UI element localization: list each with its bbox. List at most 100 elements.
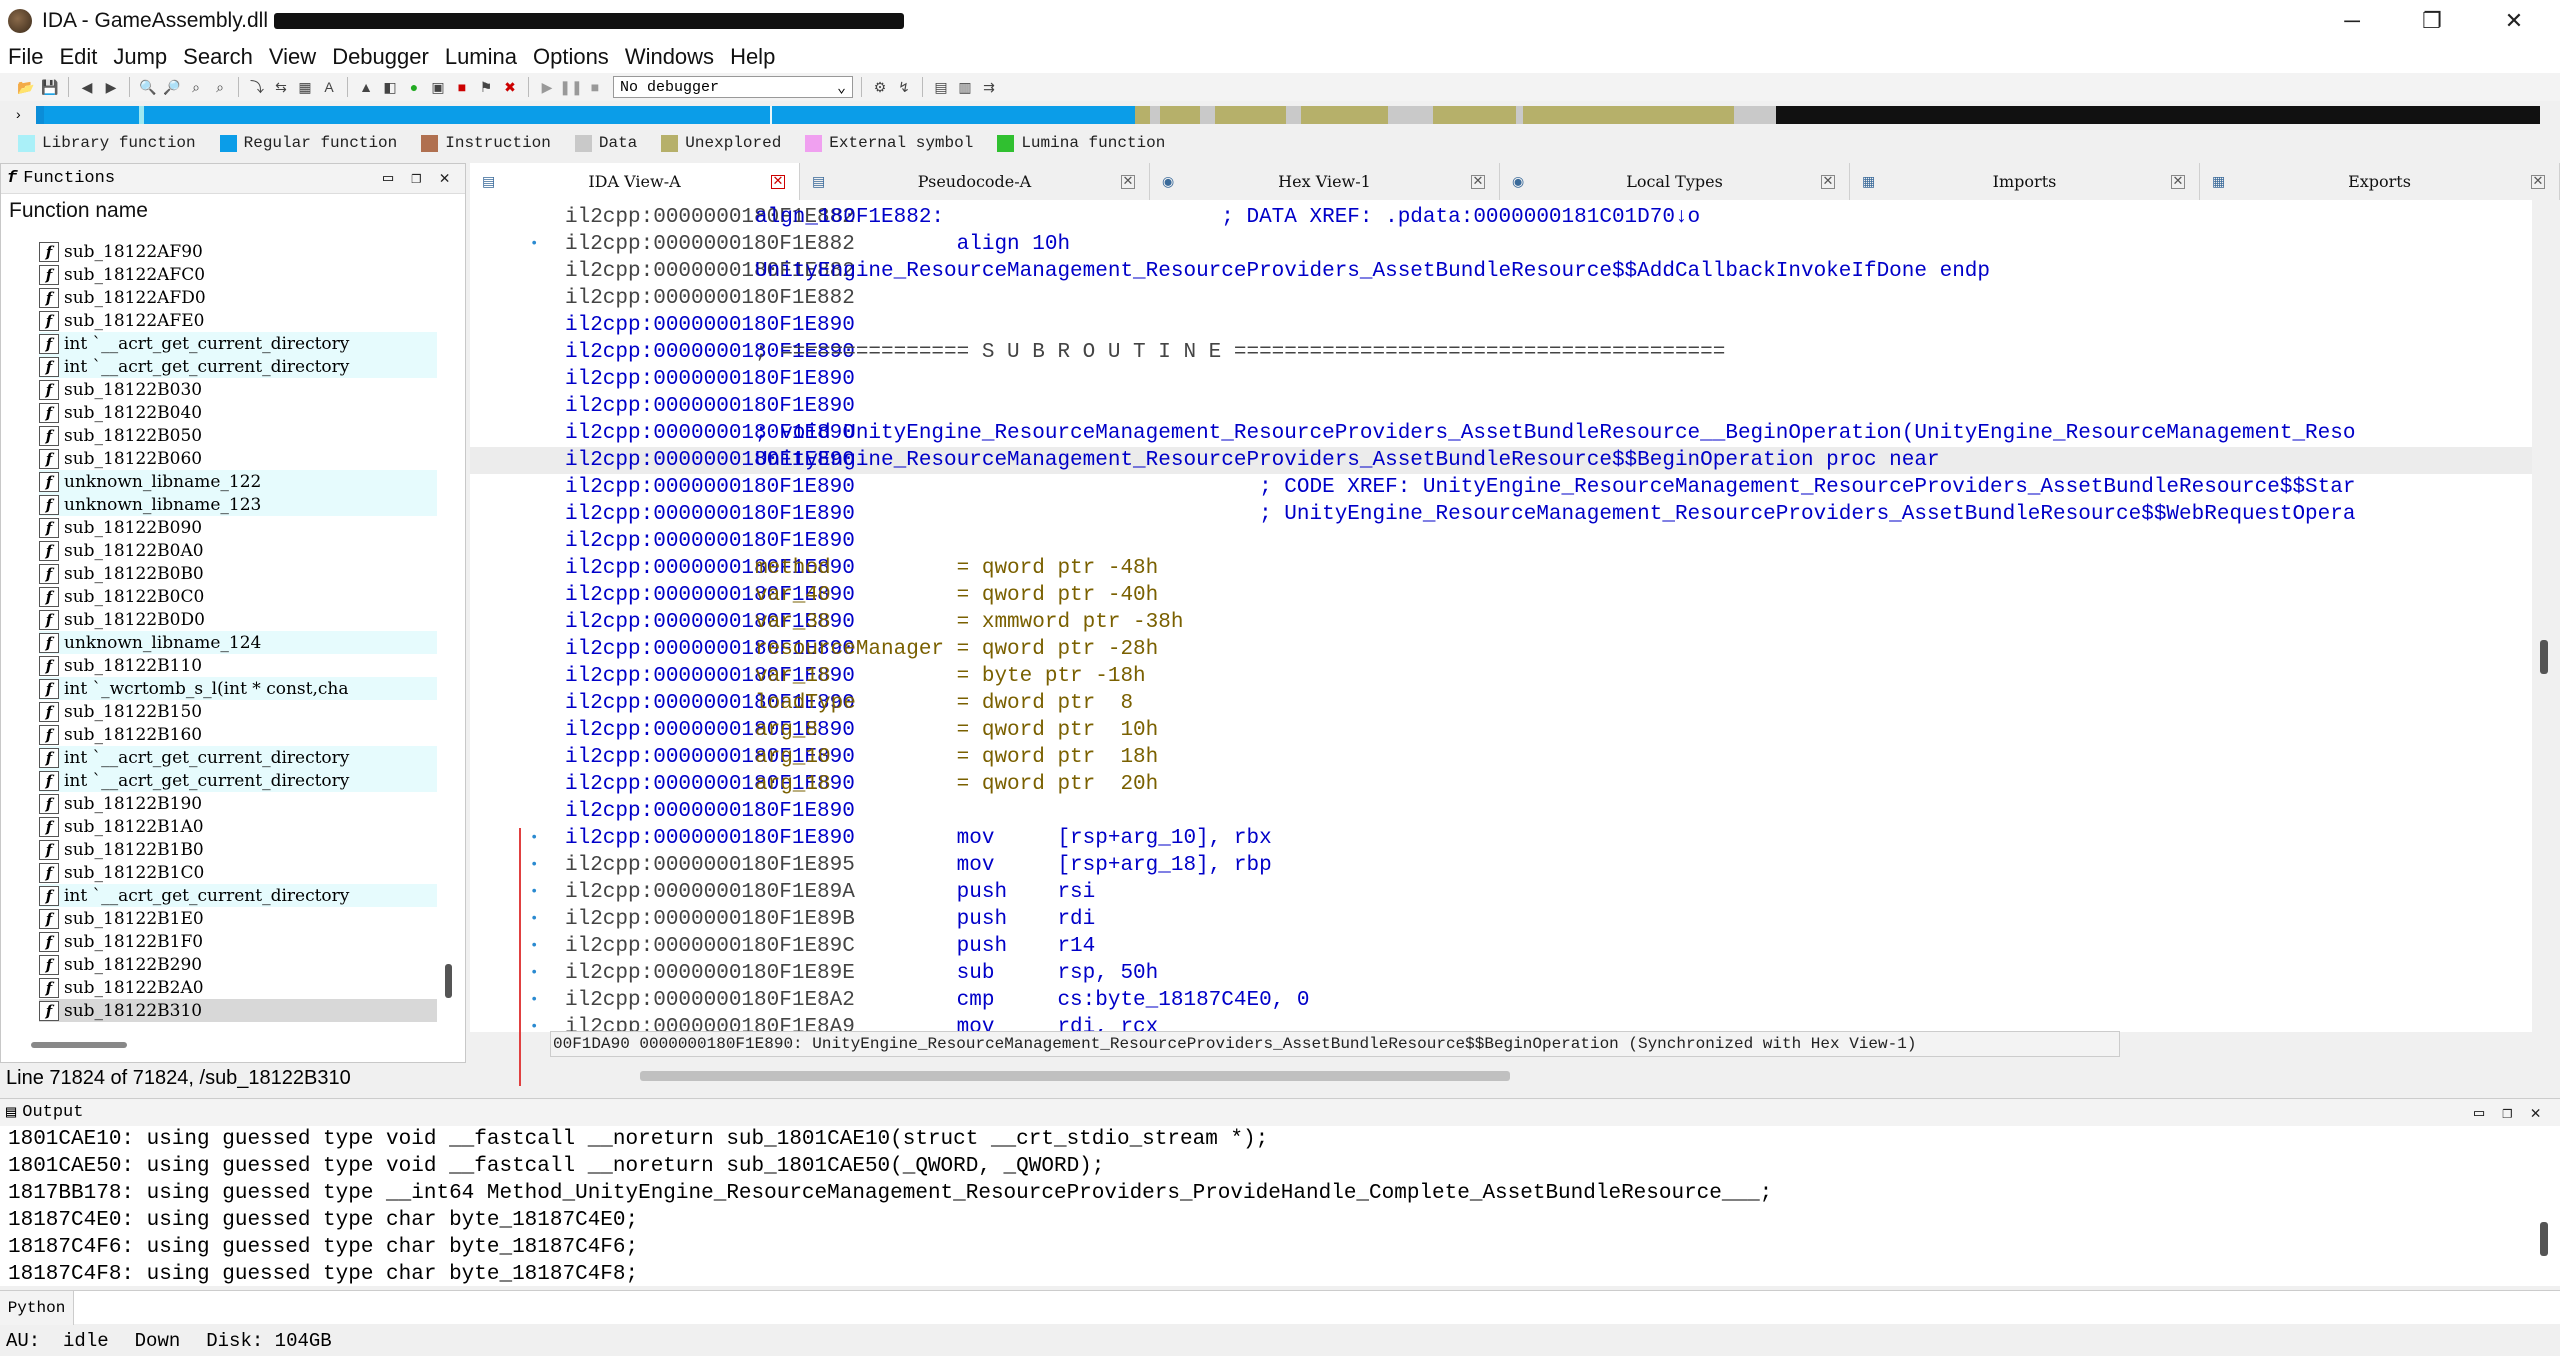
listing-line[interactable]: il2cpp:0000000180F1E890 arg_18 = qword pt…: [470, 771, 2532, 798]
menu-debugger[interactable]: Debugger: [324, 44, 437, 70]
function-row[interactable]: f sub_18122B1C0: [39, 861, 437, 884]
listing-line[interactable]: • il2cpp:0000000180F1E8A9 mov rdi, rcx: [470, 1014, 2532, 1032]
listing-line[interactable]: il2cpp:0000000180F1E890: [470, 366, 2532, 393]
close-tab-icon[interactable]: ✕: [2171, 174, 2185, 189]
nav-segment-data[interactable]: [1200, 106, 1216, 124]
nav-segment-unexplored[interactable]: [1523, 106, 1734, 124]
nav-segment-unexplored[interactable]: [1433, 106, 1516, 124]
function-name-header[interactable]: Function name: [1, 194, 465, 228]
listing-hscrollbar[interactable]: [640, 1071, 1510, 1081]
menu-view[interactable]: View: [261, 44, 324, 70]
listing-line[interactable]: • il2cpp:0000000180F1E882 align 10h: [470, 231, 2532, 258]
unwind-icon[interactable]: ⇉: [979, 77, 999, 97]
listing-line[interactable]: • il2cpp:0000000180F1E89B push rdi: [470, 906, 2532, 933]
listing-line[interactable]: il2cpp:0000000180F1E890 var_38 = xmmword …: [470, 609, 2532, 636]
close-panel-icon[interactable]: ✕: [2531, 1103, 2541, 1124]
search-text-icon[interactable]: 🔎: [162, 77, 182, 97]
close-tab-icon[interactable]: ✕: [771, 174, 785, 189]
close-tab-icon[interactable]: ✕: [2531, 174, 2545, 189]
menu-lumina[interactable]: Lumina: [437, 44, 525, 70]
restore-button[interactable]: ❐: [2392, 0, 2472, 41]
run-green-icon[interactable]: ●: [404, 77, 424, 97]
nav-segment-unexplored[interactable]: [1135, 106, 1151, 124]
listing-line[interactable]: • il2cpp:0000000180F1E8A2 cmp cs:byte_181…: [470, 987, 2532, 1014]
disassembly-listing[interactable]: il2cpp:0000000180F1E882 algn_180F1E882: ;…: [470, 200, 2532, 1032]
function-row[interactable]: f sub_18122B310: [39, 999, 437, 1022]
output-scrollbar[interactable]: [2540, 1222, 2548, 1256]
listing-line[interactable]: il2cpp:0000000180F1E890 ; UnityEngine_Re…: [470, 501, 2532, 528]
cli-language-button[interactable]: Python: [0, 1290, 74, 1325]
listing-line[interactable]: il2cpp:0000000180F1E890 resourceManager =…: [470, 636, 2532, 663]
listing-line[interactable]: il2cpp:0000000180F1E890; void UnityEngin…: [470, 420, 2532, 447]
nav-segment-external[interactable]: [1776, 106, 2541, 124]
minimize-button[interactable]: ─: [2312, 0, 2392, 41]
function-row[interactable]: f sub_18122B190: [39, 792, 437, 815]
debugger-select[interactable]: No debugger ⌄: [613, 76, 853, 98]
breakpoint-icon[interactable]: ■: [452, 77, 472, 97]
search-binary-icon[interactable]: 🔍: [138, 77, 158, 97]
forward-icon[interactable]: ▶: [101, 77, 121, 97]
functions-hscrollbar[interactable]: [31, 1042, 127, 1048]
open-icon[interactable]: 📂: [16, 77, 36, 97]
listing-line[interactable]: il2cpp:0000000180F1E890 ; CODE XREF: Uni…: [470, 474, 2532, 501]
function-row[interactable]: f sub_18122B050: [39, 424, 437, 447]
listing-line[interactable]: il2cpp:0000000180F1E882 algn_180F1E882: ;…: [470, 204, 2532, 231]
listing-line[interactable]: il2cpp:0000000180F1E890 loadType = dword …: [470, 690, 2532, 717]
function-row[interactable]: f sub_18122B150: [39, 700, 437, 723]
nav-segment-data[interactable]: [1285, 106, 1301, 124]
function-row[interactable]: f int `__acrt_get_current_directory: [39, 746, 437, 769]
stop-debugger-icon[interactable]: ■: [585, 77, 605, 97]
close-tab-icon[interactable]: ✕: [1121, 174, 1135, 189]
function-row[interactable]: f int `__acrt_get_current_directory: [39, 355, 437, 378]
function-row[interactable]: f unknown_libname_123: [39, 493, 437, 516]
function-row[interactable]: f sub_18122B040: [39, 401, 437, 424]
function-row[interactable]: f sub_18122AFC0: [39, 263, 437, 286]
listing-line[interactable]: il2cpp:0000000180F1E890: [470, 312, 2532, 339]
nav-segment-data[interactable]: [1150, 106, 1161, 124]
function-row[interactable]: f unknown_libname_124: [39, 631, 437, 654]
float-panel-icon[interactable]: ❐: [411, 168, 421, 189]
close-tab-icon[interactable]: ✕: [1471, 174, 1485, 189]
menu-jump[interactable]: Jump: [105, 44, 175, 70]
nav-arrow-icon[interactable]: ›: [16, 106, 21, 122]
menu-file[interactable]: File: [0, 44, 51, 70]
close-tab-icon[interactable]: ✕: [1821, 174, 1835, 189]
output-window[interactable]: 1801CAE10: using guessed type void __fas…: [0, 1126, 2560, 1286]
function-row[interactable]: f sub_18122AF90: [39, 240, 437, 263]
function-row[interactable]: f sub_18122B110: [39, 654, 437, 677]
listing-line[interactable]: il2cpp:0000000180F1E890: [470, 528, 2532, 555]
navigation-band[interactable]: ›: [0, 102, 2560, 128]
listing-vscrollbar[interactable]: [2540, 640, 2548, 674]
debug-step-icon[interactable]: ↯: [894, 77, 914, 97]
tab-ida-view-a[interactable]: ▤ IDA View-A ✕: [470, 163, 800, 200]
maximize-panel-icon[interactable]: ▭: [383, 168, 393, 189]
maximize-panel-icon[interactable]: ▭: [2474, 1103, 2484, 1124]
assemble-icon[interactable]: ▲: [356, 77, 376, 97]
listing-line[interactable]: il2cpp:0000000180F1E890: [470, 798, 2532, 825]
save-icon[interactable]: 💾: [40, 77, 60, 97]
trace-icon[interactable]: ⚑: [476, 77, 496, 97]
xrefs-icon[interactable]: ⇆: [271, 77, 291, 97]
listing-line[interactable]: il2cpp:0000000180F1E890; ===============…: [470, 339, 2532, 366]
function-row[interactable]: f int `__acrt_get_current_directory: [39, 884, 437, 907]
menu-help[interactable]: Help: [722, 44, 783, 70]
functions-scrollbar[interactable]: [445, 964, 452, 998]
listing-line[interactable]: • il2cpp:0000000180F1E895 mov [rsp+arg_18…: [470, 852, 2532, 879]
struct-icon[interactable]: ▣: [428, 77, 448, 97]
listing-line[interactable]: • il2cpp:0000000180F1E89A push rsi: [470, 879, 2532, 906]
listing-line[interactable]: il2cpp:0000000180F1E890 arg_10 = qword pt…: [470, 744, 2532, 771]
close-panel-icon[interactable]: ✕: [440, 168, 450, 189]
graph-icon[interactable]: ▦: [295, 77, 315, 97]
tab-hex-view-1[interactable]: ◉ Hex View-1 ✕: [1150, 163, 1500, 200]
function-row[interactable]: f sub_18122B0C0: [39, 585, 437, 608]
listing-line[interactable]: il2cpp:0000000180F1E890 arg_8 = qword ptr…: [470, 717, 2532, 744]
listing-line[interactable]: il2cpp:0000000180F1E890 var_18 = byte ptr…: [470, 663, 2532, 690]
back-icon[interactable]: ◀: [77, 77, 97, 97]
jump-icon[interactable]: ⤵: [247, 77, 267, 97]
tab-imports[interactable]: ▦ Imports ✕: [1850, 163, 2200, 200]
listing-line[interactable]: il2cpp:0000000180F1E890: [470, 393, 2532, 420]
search-next-icon[interactable]: ⌕: [210, 77, 230, 97]
float-panel-icon[interactable]: ❐: [2502, 1103, 2512, 1124]
navigation-bar[interactable]: [36, 106, 2541, 124]
function-row[interactable]: f sub_18122B1F0: [39, 930, 437, 953]
